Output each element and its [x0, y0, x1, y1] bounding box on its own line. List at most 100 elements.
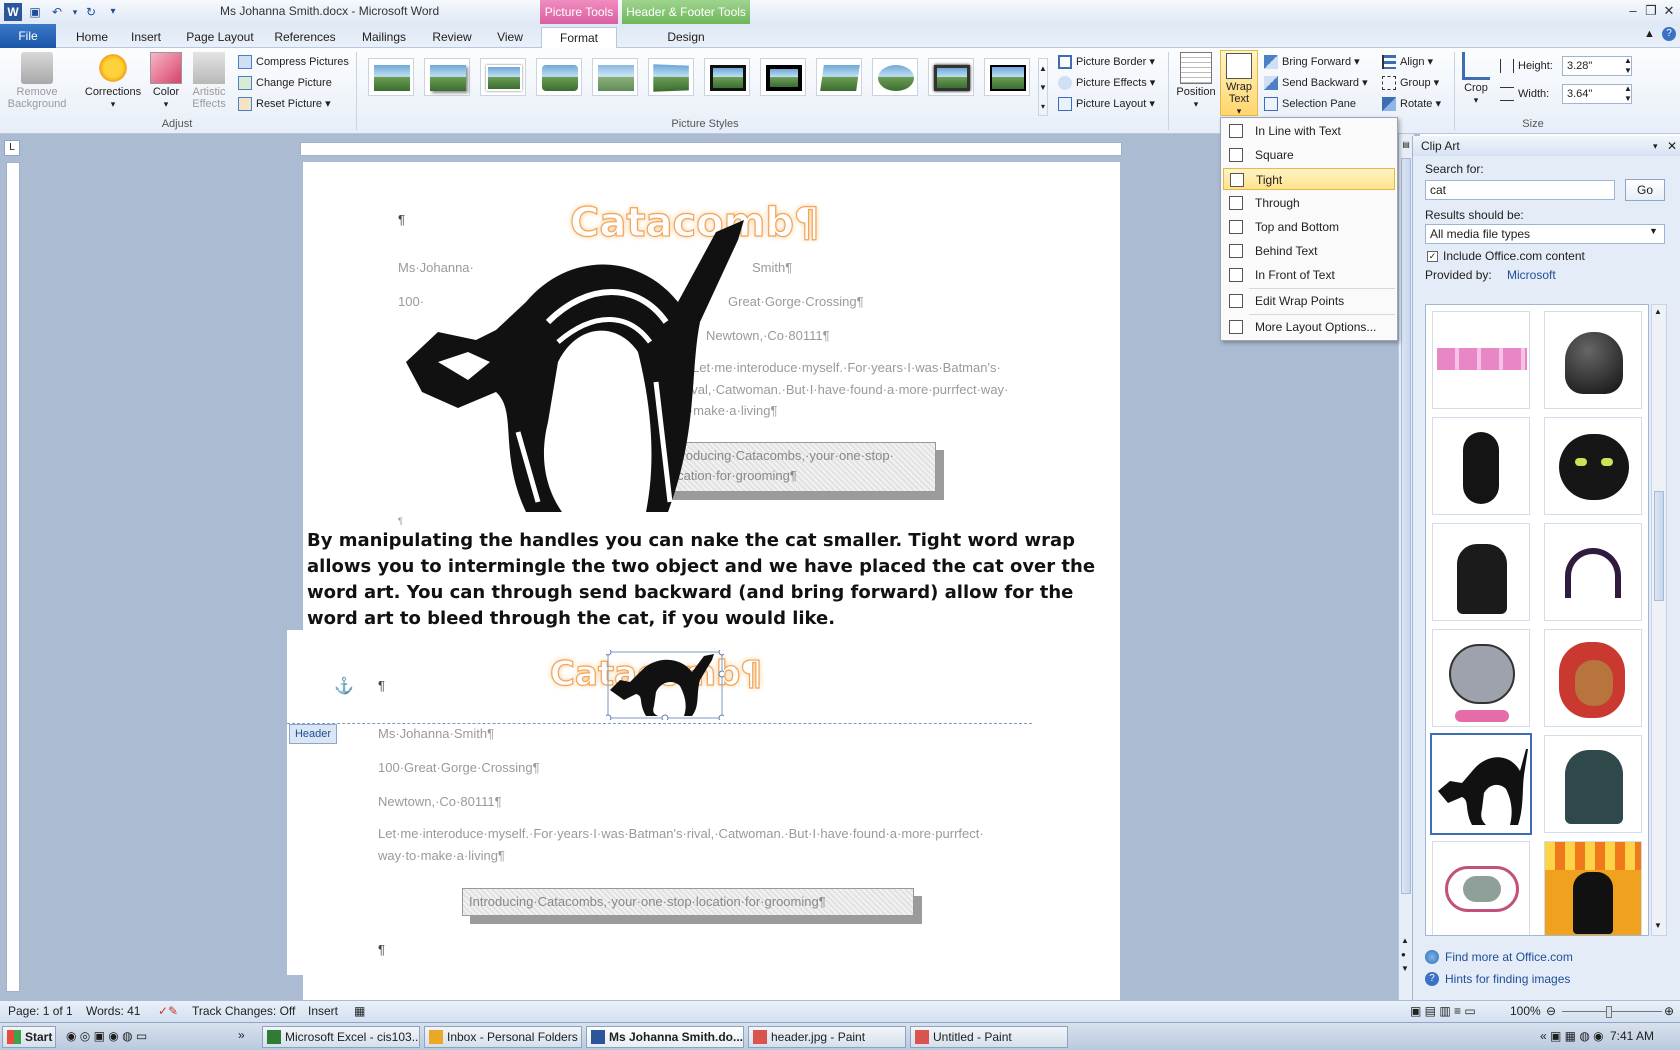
color-button[interactable]: Color ▾ — [146, 52, 186, 110]
clip-art-scrollbar[interactable]: ▲ ▼ — [1651, 304, 1667, 936]
picture-style-thumb[interactable] — [648, 58, 694, 96]
wrap-option-behind-text[interactable]: Behind Text — [1223, 240, 1395, 262]
send-backward-button[interactable]: Send Backward ▾ — [1264, 73, 1368, 93]
height-spinner[interactable]: ▲ ▼ — [1624, 56, 1632, 76]
start-button[interactable]: Start — [2, 1026, 56, 1048]
save-icon[interactable]: ▣ — [26, 3, 44, 21]
taskbar-item-excel[interactable]: Microsoft Excel - cis103.... — [262, 1026, 420, 1048]
remove-background-button[interactable]: Remove Background — [4, 52, 70, 110]
picture-style-thumb[interactable] — [760, 58, 806, 96]
tab-review[interactable]: Review — [428, 27, 476, 48]
taskbar-item-paint-untitled[interactable]: Untitled - Paint — [910, 1026, 1068, 1048]
word-logo-icon[interactable]: W — [4, 3, 22, 21]
compress-pictures-button[interactable]: Compress Pictures — [238, 52, 349, 72]
page-count[interactable]: Page: 1 of 1 — [8, 1004, 73, 1018]
tab-page-layout[interactable]: Page Layout — [184, 27, 256, 48]
clip-art-result[interactable] — [1432, 523, 1530, 621]
wrap-option-tight[interactable]: Tight — [1223, 168, 1395, 190]
clip-art-result[interactable] — [1432, 629, 1530, 727]
tab-view[interactable]: View — [490, 27, 530, 48]
group-button[interactable]: Group ▾ — [1382, 73, 1439, 93]
clip-art-result[interactable] — [1544, 841, 1642, 935]
close-icon[interactable]: ✕ — [1658, 2, 1680, 20]
zoom-out-icon[interactable]: ⊖ — [1546, 1004, 1556, 1018]
resize-handle[interactable] — [718, 650, 724, 656]
media-type-select[interactable]: All media file types — [1425, 224, 1665, 244]
clip-art-search-input[interactable]: cat — [1425, 180, 1615, 200]
zoom-slider[interactable] — [1562, 1011, 1662, 1012]
chevron-down-icon[interactable]: ▼ — [1649, 226, 1658, 236]
ruler-toggle-icon[interactable]: ▤ — [1400, 140, 1412, 152]
proofing-icon[interactable]: ✓✎ — [158, 1004, 178, 1018]
picture-effects-button[interactable]: Picture Effects ▾ — [1058, 73, 1155, 93]
provider-link[interactable]: Microsoft — [1507, 268, 1556, 282]
rotate-button[interactable]: Rotate ▾ — [1382, 94, 1441, 114]
horizontal-ruler[interactable] — [300, 142, 1122, 156]
tab-format[interactable]: Format — [541, 27, 617, 48]
scroll-up-icon[interactable]: ▲ — [1654, 307, 1662, 316]
close-pane-icon[interactable]: ✕ — [1667, 136, 1677, 156]
cat-clipart-large[interactable] — [398, 212, 750, 524]
pane-options-icon[interactable]: ▾ — [1653, 136, 1658, 156]
picture-style-thumb[interactable] — [704, 58, 750, 96]
picture-style-thumb[interactable] — [424, 58, 470, 96]
picture-style-thumb[interactable] — [480, 58, 526, 96]
clip-art-result[interactable] — [1544, 523, 1642, 621]
corrections-button[interactable]: Corrections ▾ — [80, 52, 146, 110]
zoom-in-icon[interactable]: ⊕ — [1664, 1004, 1674, 1018]
edit-wrap-points[interactable]: Edit Wrap Points — [1223, 290, 1395, 312]
macro-record-icon[interactable]: ▦ — [354, 1004, 365, 1018]
wrap-option-in-front[interactable]: In Front of Text — [1223, 264, 1395, 286]
width-spinner[interactable]: ▲ ▼ — [1624, 84, 1632, 104]
picture-style-thumb[interactable] — [984, 58, 1030, 96]
customize-qat-icon[interactable]: ▾ — [104, 3, 122, 21]
view-buttons[interactable]: ▣ ▤ ▥ ≡ ▭ — [1410, 1004, 1476, 1018]
change-picture-button[interactable]: Change Picture — [238, 73, 332, 93]
position-button[interactable]: Position ▾ — [1172, 52, 1220, 110]
track-changes-status[interactable]: Track Changes: Off — [192, 1004, 295, 1018]
picture-style-thumb[interactable] — [872, 58, 918, 96]
align-button[interactable]: Align ▾ — [1382, 52, 1433, 72]
gallery-scroll[interactable]: ▲ ▼ ▾ — [1038, 58, 1048, 116]
wrap-option-through[interactable]: Through — [1223, 192, 1395, 214]
width-input[interactable]: 3.64" — [1562, 84, 1632, 104]
resize-handle[interactable] — [718, 670, 724, 678]
insert-mode[interactable]: Insert — [308, 1004, 338, 1018]
include-office-checkbox[interactable]: ✓ — [1427, 251, 1438, 262]
clip-art-result-selected[interactable] — [1430, 733, 1532, 835]
zoom-level[interactable]: 100% — [1510, 1004, 1541, 1018]
help-icon[interactable]: ? — [1662, 27, 1676, 41]
height-input[interactable]: 3.28" — [1562, 56, 1632, 76]
wrap-option-top-bottom[interactable]: Top and Bottom — [1223, 216, 1395, 238]
resize-handle[interactable] — [606, 714, 612, 720]
picture-border-button[interactable]: Picture Border ▾ — [1058, 52, 1155, 72]
tab-design[interactable]: Design — [622, 27, 750, 48]
tab-insert[interactable]: Insert — [124, 27, 168, 48]
resize-handle[interactable] — [718, 714, 724, 720]
tab-selector[interactable]: L — [4, 140, 20, 156]
clip-art-result[interactable] — [1432, 417, 1530, 515]
clip-art-result[interactable] — [1544, 629, 1642, 727]
artistic-effects-button[interactable]: Artistic Effects — [186, 52, 232, 110]
scroll-thumb[interactable] — [1401, 158, 1411, 894]
anchor-icon[interactable]: ⚓ — [334, 676, 354, 696]
picture-style-thumb[interactable] — [592, 58, 638, 96]
picture-style-thumb[interactable] — [368, 58, 414, 96]
more-layout-options[interactable]: More Layout Options... — [1223, 316, 1395, 338]
minimize-ribbon-icon[interactable]: ▲ — [1644, 28, 1655, 40]
quick-launch-icons[interactable]: ◉ ◎ ▣ ◉ ◍ ▭ — [66, 1029, 147, 1043]
header-tag[interactable]: Header — [289, 724, 337, 744]
reset-picture-button[interactable]: Reset Picture ▾ — [238, 94, 331, 114]
picture-style-thumb[interactable] — [816, 58, 862, 96]
tab-references[interactable]: References — [270, 27, 340, 48]
tab-home[interactable]: Home — [68, 27, 116, 48]
clip-art-result[interactable] — [1432, 841, 1530, 935]
find-more-link[interactable]: Find more at Office.com — [1445, 950, 1573, 964]
header-textbox-introducing[interactable]: Introducing·Catacombs,·your·one·stop·loc… — [462, 888, 914, 916]
word-count[interactable]: Words: 41 — [86, 1004, 140, 1018]
resize-handle[interactable] — [661, 714, 669, 720]
picture-layout-button[interactable]: Picture Layout ▾ — [1058, 94, 1155, 114]
taskbar-item-word[interactable]: Ms Johanna Smith.do... — [586, 1026, 744, 1048]
cat-clipart-small[interactable] — [606, 650, 724, 720]
scroll-down-icon[interactable]: ▼ — [1654, 921, 1662, 930]
